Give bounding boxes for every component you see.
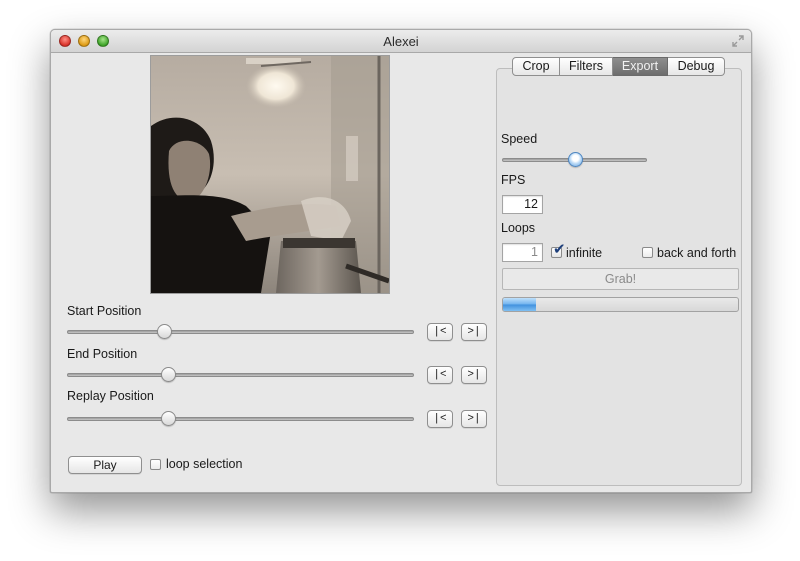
replay-position-track[interactable] [67,417,414,421]
tab-debug[interactable]: Debug [668,57,725,76]
end-jump-to-end-button[interactable]: >| [461,366,487,384]
loop-selection-label: loop selection [166,457,243,471]
video-preview [150,55,390,294]
app-window: Alexei Start Position |< >| End Position… [50,29,752,493]
loop-selection-checkbox[interactable] [150,459,161,470]
back-and-forth-label: back and forth [657,246,737,260]
tab-crop[interactable]: Crop [512,57,560,76]
speed-label: Speed [501,132,538,146]
tab-bar: Crop Filters Export Debug [512,57,725,76]
start-position-track[interactable] [67,330,414,334]
export-progress-fill [503,298,536,311]
replay-jump-to-start-button[interactable]: |< [427,410,453,428]
speed-slider-thumb[interactable] [567,152,583,167]
window-title: Alexei [383,34,419,49]
title-bar[interactable]: Alexei [51,30,751,53]
export-progress-bar [502,297,739,312]
play-button[interactable]: Play [68,456,142,474]
start-jump-to-start-button[interactable]: |< [427,323,453,341]
end-position-label: End Position [67,347,138,361]
fps-field[interactable]: 12 [502,195,543,214]
checkmark-icon: ✔ [553,241,566,258]
loops-field[interactable]: 1 [502,243,543,262]
end-jump-to-start-button[interactable]: |< [427,366,453,384]
replay-position-label: Replay Position [67,389,154,403]
start-position-slider-thumb[interactable] [157,324,173,339]
back-and-forth-checkbox[interactable] [642,247,653,258]
start-position-label: Start Position [67,304,142,318]
infinite-label: infinite [566,246,603,260]
end-position-track[interactable] [67,373,414,377]
replay-jump-to-end-button[interactable]: >| [461,410,487,428]
tab-export[interactable]: Export [613,57,668,76]
end-position-slider-thumb[interactable] [160,367,176,382]
grab-button[interactable]: Grab! [502,268,739,290]
replay-position-slider-thumb[interactable] [160,411,176,426]
tab-filters[interactable]: Filters [560,57,613,76]
loops-label: Loops [501,221,536,235]
fps-label: FPS [501,173,526,187]
fullscreen-icon[interactable] [731,34,745,48]
infinite-checkbox[interactable]: ✔ [551,242,566,258]
start-jump-to-end-button[interactable]: >| [461,323,487,341]
